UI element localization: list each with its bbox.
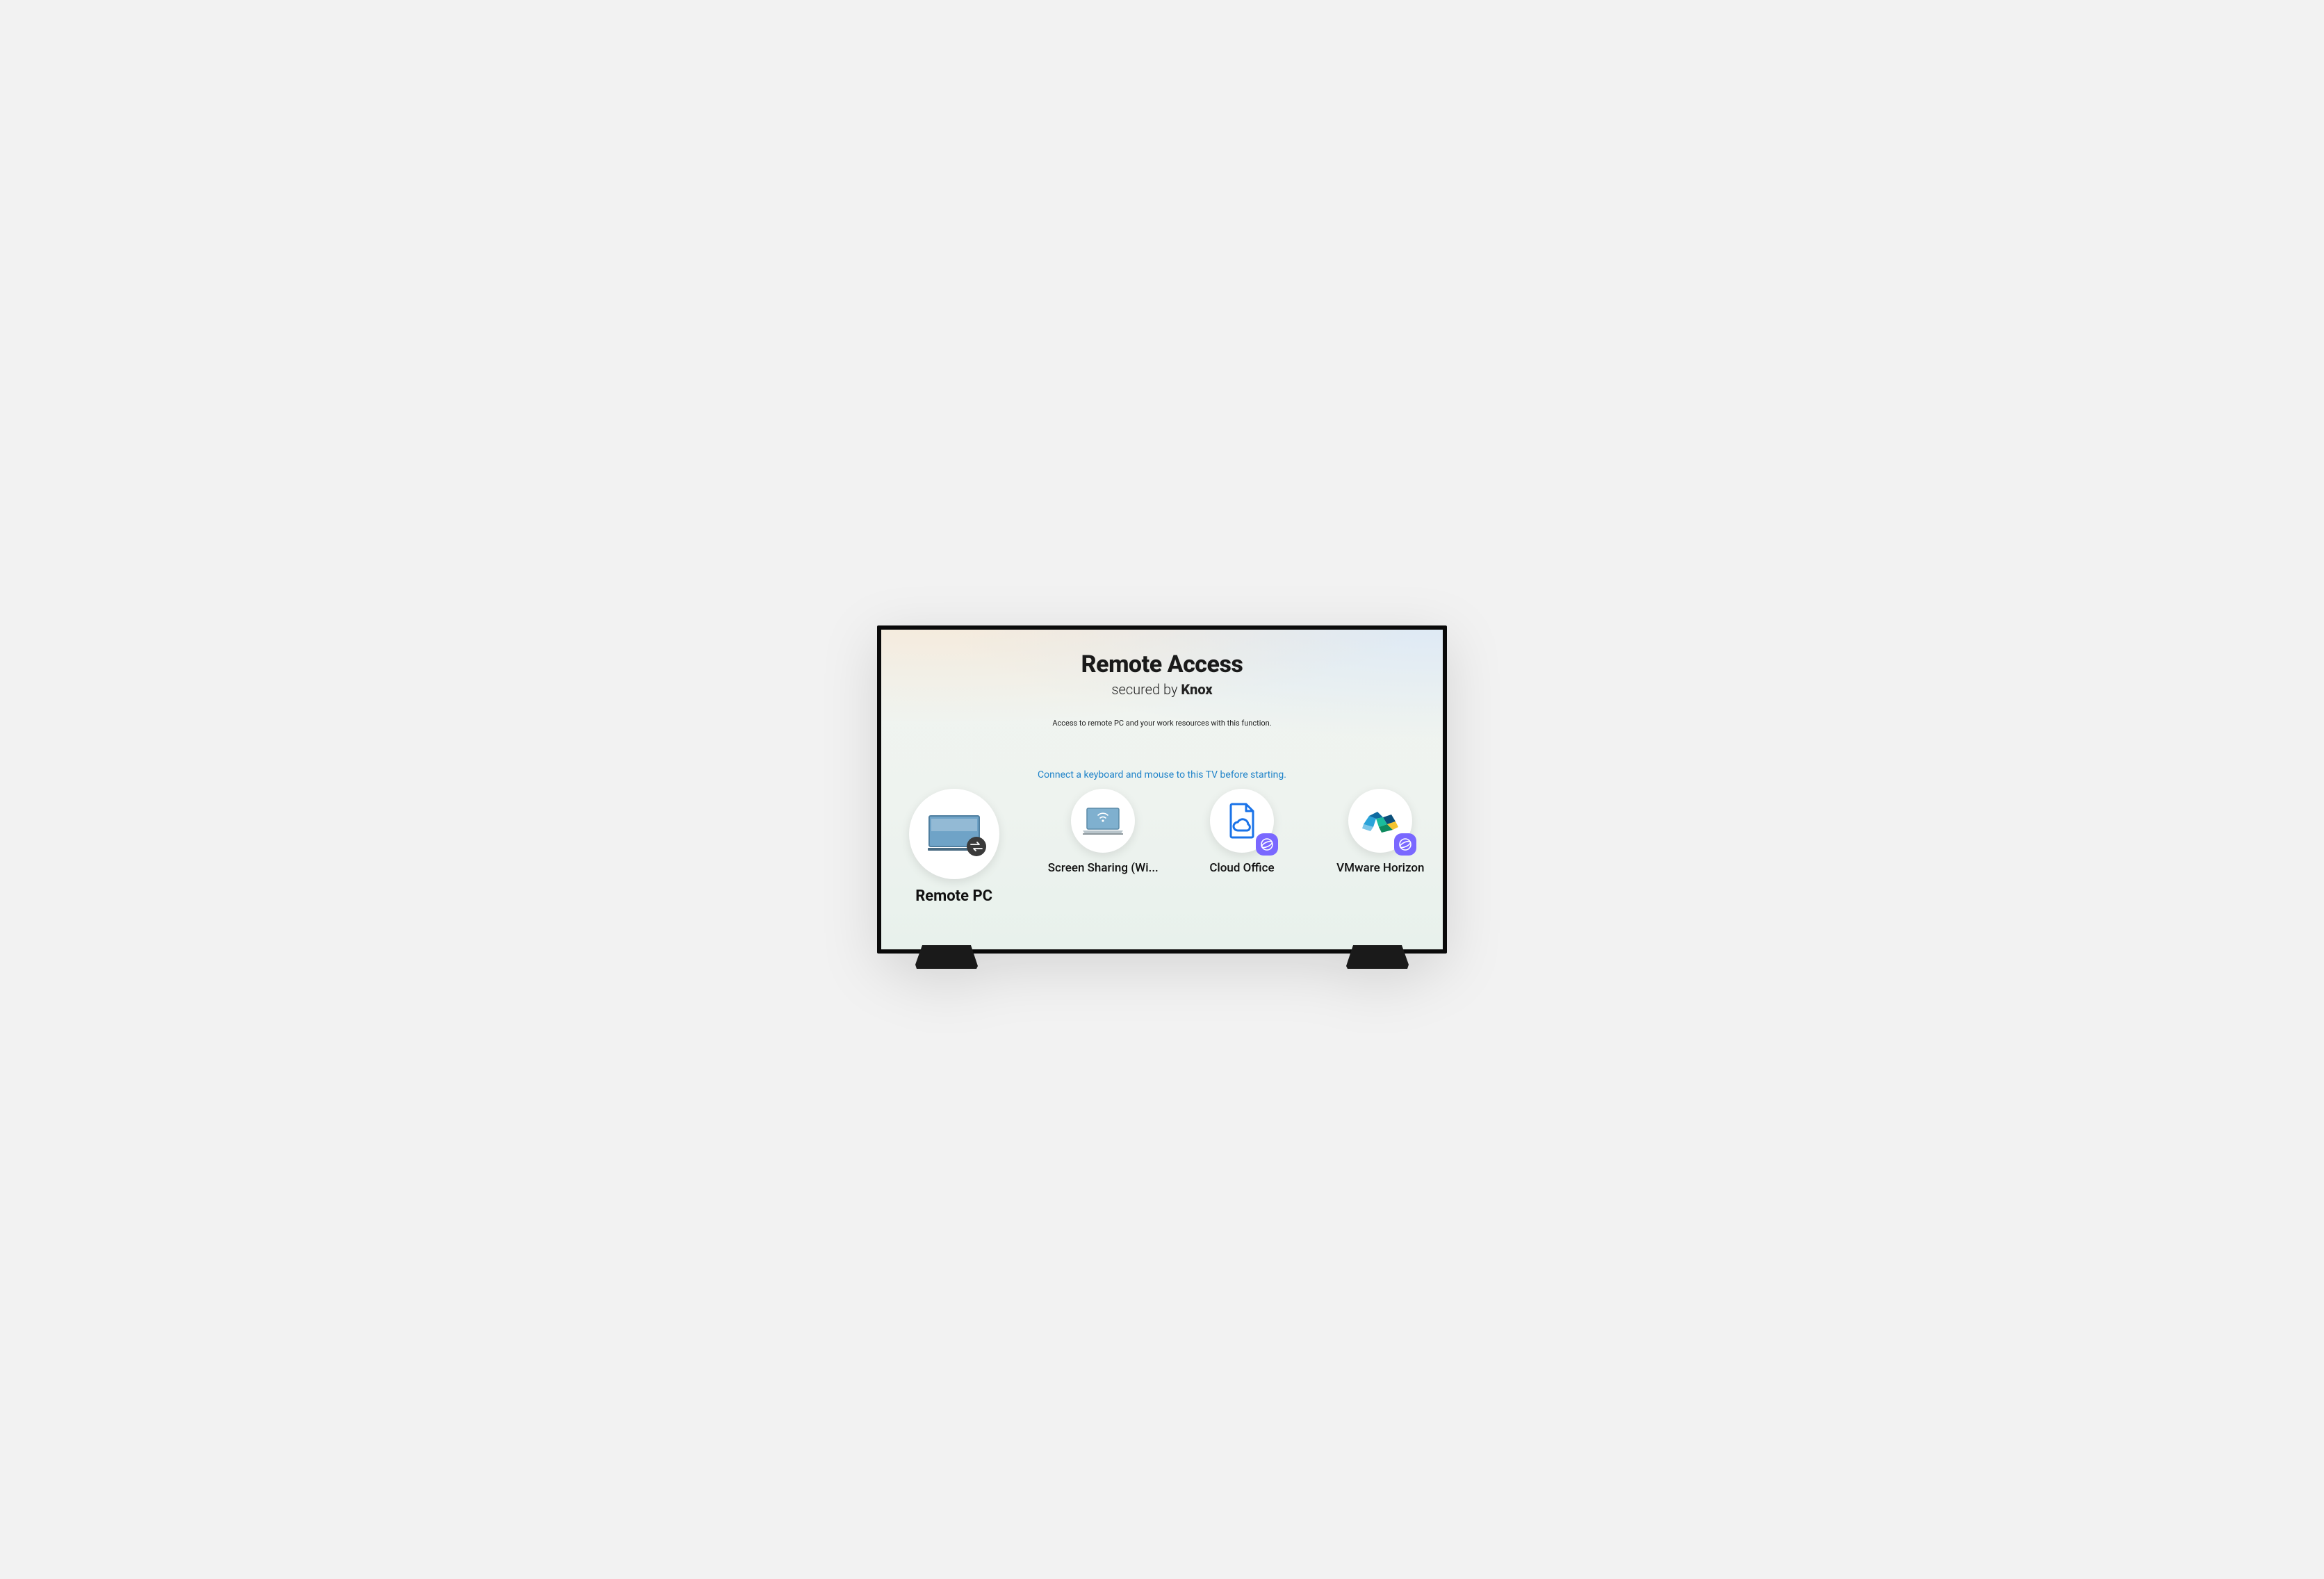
internet-badge-icon <box>1394 833 1416 856</box>
transfer-badge-icon <box>966 836 987 860</box>
keyboard-mouse-hint: Connect a keyboard and mouse to this TV … <box>1038 769 1286 780</box>
tile-screen-sharing[interactable]: Screen Sharing (Wi... <box>1054 789 1152 875</box>
page-title: Remote Access <box>1038 651 1286 678</box>
remote-access-screen: Remote Access secured by Knox Access to … <box>895 641 1429 949</box>
tv-screen: Remote Access secured by Knox Access to … <box>877 625 1447 954</box>
tile-remote-pc[interactable]: Remote PC <box>895 789 1013 905</box>
header: Remote Access secured by Knox Access to … <box>1038 651 1286 780</box>
subtitle-prefix: secured by <box>1111 681 1181 698</box>
cloud-office-icon <box>1210 789 1274 853</box>
page-subtitle: secured by Knox <box>1038 681 1286 698</box>
tile-row: Remote PC Screen Sharing <box>895 789 1429 905</box>
clouds-icon <box>1359 806 1401 835</box>
tile-vmware-horizon[interactable]: VMware Horizon <box>1332 789 1429 875</box>
remote-pc-icon <box>909 789 999 879</box>
knox-brand: Knox <box>1181 681 1212 698</box>
tile-label: Remote PC <box>915 887 992 905</box>
laptop-wifi-icon <box>1083 805 1123 836</box>
tv: Remote Access secured by Knox Access to … <box>877 625 1447 954</box>
tile-label: VMware Horizon <box>1336 861 1424 875</box>
tile-label: Screen Sharing (Wi... <box>1048 861 1159 875</box>
vmware-horizon-icon <box>1348 789 1412 853</box>
page-description: Access to remote PC and your work resour… <box>1038 719 1286 728</box>
document-cloud-icon <box>1227 803 1257 839</box>
tile-label: Cloud Office <box>1209 861 1274 875</box>
tile-cloud-office[interactable]: Cloud Office <box>1193 789 1290 875</box>
screen-sharing-icon <box>1071 789 1135 853</box>
internet-badge-icon <box>1256 833 1278 856</box>
